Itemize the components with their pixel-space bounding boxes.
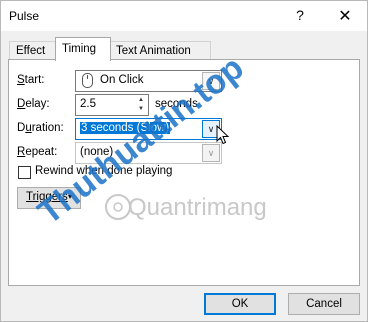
animation-options-dialog: Pulse ? ✕ Effect Timing Text Animation S… [0, 0, 368, 322]
spin-down-icon[interactable]: ▼ [135, 105, 147, 113]
tab-timing[interactable]: Timing [55, 37, 111, 61]
spin-up-icon[interactable]: ▲ [135, 96, 147, 104]
dialog-title: Pulse [9, 9, 40, 23]
ok-button[interactable]: OK [204, 293, 276, 315]
chevron-down-icon: ▾ [68, 192, 73, 201]
repeat-combo[interactable]: (none) ∨ [75, 142, 222, 164]
duration-combo[interactable]: 3 seconds (Slow) ∨ [75, 118, 222, 140]
duration-value: 3 seconds (Slow) [80, 122, 171, 134]
delay-stepper[interactable]: 2.5 ▲ ▼ [75, 94, 149, 116]
delay-unit: seconds [155, 98, 198, 110]
start-label-rest: tart: [24, 74, 45, 86]
spin-buttons: ▲ ▼ [135, 96, 147, 114]
repeat-label: Repeat: [17, 146, 58, 158]
start-label: Start: [17, 74, 45, 86]
chevron-down-icon[interactable]: ∨ [202, 72, 220, 90]
delay-label: Delay: [17, 98, 50, 110]
triggers-label: Triggers [26, 191, 68, 203]
close-button[interactable]: ✕ [337, 6, 353, 25]
mouse-icon [82, 73, 93, 88]
duration-value-text: 3 seconds (Slow) [80, 122, 171, 134]
duration-label: Duration: [17, 122, 64, 134]
rewind-checkbox[interactable] [18, 166, 31, 179]
tab-text-animation[interactable]: Text Animation [109, 41, 211, 60]
timing-panel: Start: On Click ∨ Delay: 2.5 ▲ ▼ seconds… [8, 59, 360, 286]
title-bar: Pulse ? ✕ [1, 1, 367, 31]
mouse-cursor-icon [216, 125, 230, 145]
tab-effect[interactable]: Effect [9, 41, 57, 60]
cancel-button[interactable]: Cancel [288, 293, 360, 315]
rewind-label[interactable]: Rewind when done playing [35, 165, 172, 177]
repeat-value: (none) [80, 146, 114, 158]
help-button[interactable]: ? [293, 7, 307, 23]
delay-value: 2.5 [80, 98, 96, 110]
start-value: On Click [100, 74, 144, 86]
triggers-button[interactable]: Triggers ▾ [17, 187, 81, 209]
chevron-down-icon[interactable]: ∨ [202, 144, 220, 162]
start-combo[interactable]: On Click ∨ [75, 70, 222, 92]
